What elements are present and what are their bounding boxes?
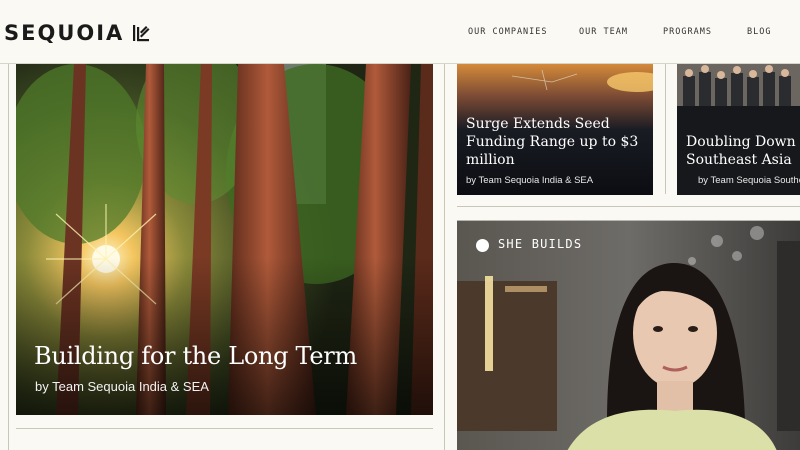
nav-blog[interactable]: BLOG [747, 27, 771, 37]
article-title: Surge Extends Seed Funding Range up to $… [466, 115, 651, 169]
she-builds-video-frame [457, 221, 800, 450]
grid-divider [457, 206, 800, 207]
she-builds-video-card[interactable]: SHE BUILDS [457, 220, 800, 450]
title-line: Southeast Asia [686, 152, 792, 168]
featured-article-byline: by Team Sequoia India & SEA [35, 379, 209, 394]
grid-divider [16, 428, 433, 429]
play-icon[interactable] [476, 239, 489, 252]
sequoia-logo[interactable]: SEQUOIA [4, 20, 150, 46]
title-line: Doubling Down [686, 134, 796, 150]
title-line: Funding Range up to $3 [466, 134, 639, 150]
logo-text: SEQUOIA [4, 21, 125, 45]
article-byline: by Team Sequoia Southeast [698, 175, 800, 186]
grid-divider [665, 64, 666, 194]
nav-programs[interactable]: PROGRAMS [663, 27, 712, 37]
title-line: million [466, 152, 515, 168]
title-line: Surge Extends Seed [466, 116, 610, 132]
grid-divider [444, 64, 445, 450]
featured-article-title: Building for the Long Term [34, 342, 357, 370]
sequoia-mark-icon [133, 25, 150, 42]
article-byline: by Team Sequoia India & SEA [466, 175, 594, 186]
featured-article-card[interactable]: Building for the Long Term by Team Sequo… [16, 64, 433, 415]
article-card-surge[interactable]: Surge Extends Seed Funding Range up to $… [457, 64, 653, 195]
nav-our-team[interactable]: OUR TEAM [579, 27, 628, 37]
article-card-southeast-asia[interactable]: Doubling Down Southeast Asia by Team Seq… [677, 64, 800, 195]
nav-our-companies[interactable]: OUR COMPANIES [468, 27, 548, 37]
grid-divider [8, 64, 9, 450]
video-label: SHE BUILDS [498, 237, 583, 251]
article-title: Doubling Down Southeast Asia [686, 133, 800, 169]
site-header: SEQUOIA OUR COMPANIES OUR TEAM PROGRAMS … [0, 0, 800, 64]
